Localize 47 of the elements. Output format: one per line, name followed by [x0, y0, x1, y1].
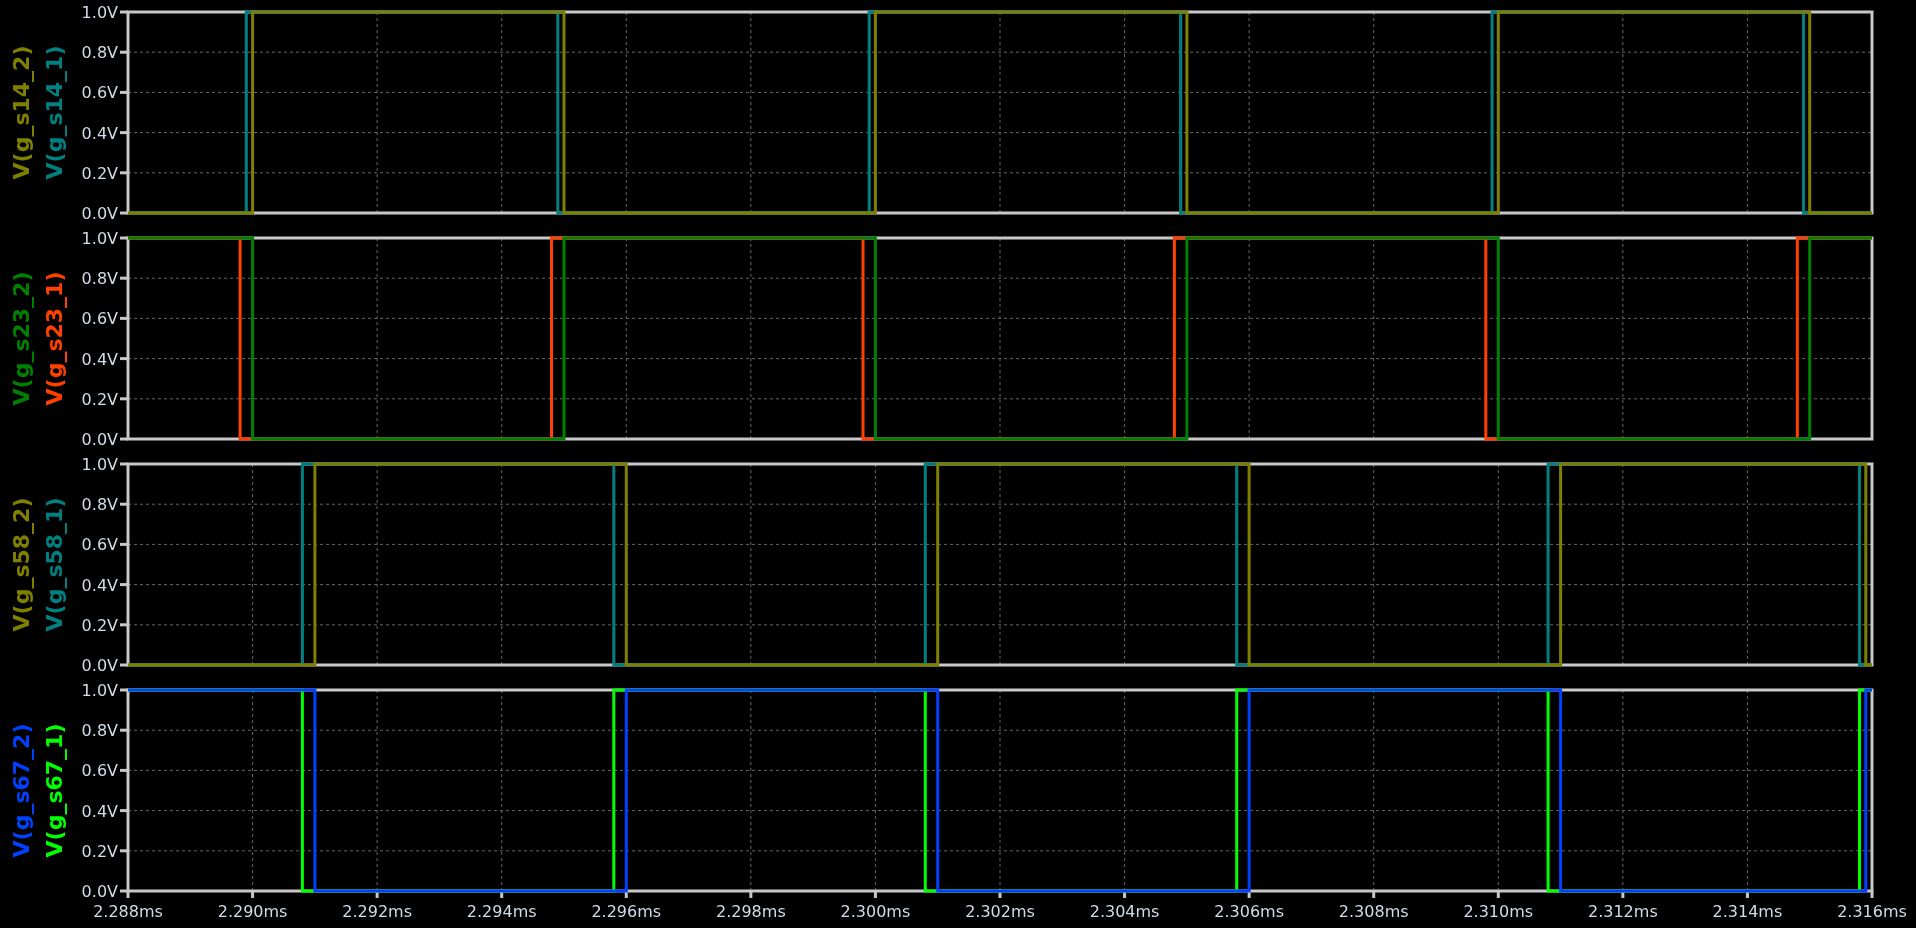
y-tick-label: 0.4V — [81, 349, 118, 369]
y-tick-label: 0.2V — [81, 841, 118, 861]
y-tick-label: 0.6V — [81, 535, 118, 555]
y-tick-label: 1.0V — [81, 681, 118, 700]
trace-label: V(g_s23_1) — [42, 271, 67, 406]
x-tick-label: 2.296ms — [591, 902, 662, 921]
x-tick-label: 2.300ms — [840, 902, 911, 921]
x-tick-label: 2.302ms — [965, 902, 1035, 921]
trace-label: V(g_s58_1) — [42, 497, 67, 632]
y-tick-label: 0.6V — [81, 309, 118, 329]
y-tick-label: 1.0V — [81, 229, 118, 248]
trace-label: V(g_s67_1) — [42, 723, 67, 858]
x-tick-label: 2.294ms — [466, 902, 537, 921]
trace-label: V(g_s67_2) — [9, 723, 34, 858]
trace-label: V(g_s23_2) — [9, 271, 34, 406]
y-tick-label: 0.0V — [81, 882, 118, 901]
trace-label: V(g_s14_1) — [42, 45, 67, 180]
x-tick-label: 2.298ms — [716, 902, 786, 921]
x-tick-label: 2.312ms — [1588, 902, 1658, 921]
y-tick-label: 0.4V — [81, 801, 118, 821]
x-tick-label: 2.290ms — [217, 902, 288, 921]
x-tick-label: 2.288ms — [93, 902, 163, 921]
trace-label: V(g_s58_2) — [9, 497, 34, 632]
x-tick-label: 2.306ms — [1214, 902, 1284, 921]
y-tick-label: 0.4V — [81, 575, 118, 595]
y-tick-label: 0.2V — [81, 163, 118, 183]
y-tick-label: 0.8V — [81, 43, 118, 63]
x-tick-label: 2.308ms — [1338, 902, 1409, 921]
x-tick-label: 2.316ms — [1837, 902, 1907, 921]
trace-label: V(g_s14_2) — [9, 45, 34, 180]
y-tick-label: 0.2V — [81, 615, 118, 635]
x-tick-label: 2.292ms — [342, 902, 412, 921]
x-tick-label: 2.310ms — [1463, 902, 1534, 921]
y-tick-label: 0.8V — [81, 495, 118, 515]
y-tick-label: 0.8V — [81, 269, 118, 289]
y-tick-label: 0.4V — [81, 123, 118, 143]
y-tick-label: 0.6V — [81, 761, 118, 781]
y-tick-label: 0.8V — [81, 721, 118, 741]
y-tick-label: 0.6V — [81, 83, 118, 103]
x-tick-label: 2.314ms — [1712, 902, 1783, 921]
y-tick-label: 1.0V — [81, 455, 118, 474]
y-tick-label: 1.0V — [81, 3, 118, 22]
x-tick-label: 2.304ms — [1089, 902, 1160, 921]
y-tick-label: 0.0V — [81, 204, 118, 223]
y-tick-label: 0.0V — [81, 430, 118, 449]
y-tick-label: 0.2V — [81, 389, 118, 409]
y-tick-label: 0.0V — [81, 656, 118, 675]
